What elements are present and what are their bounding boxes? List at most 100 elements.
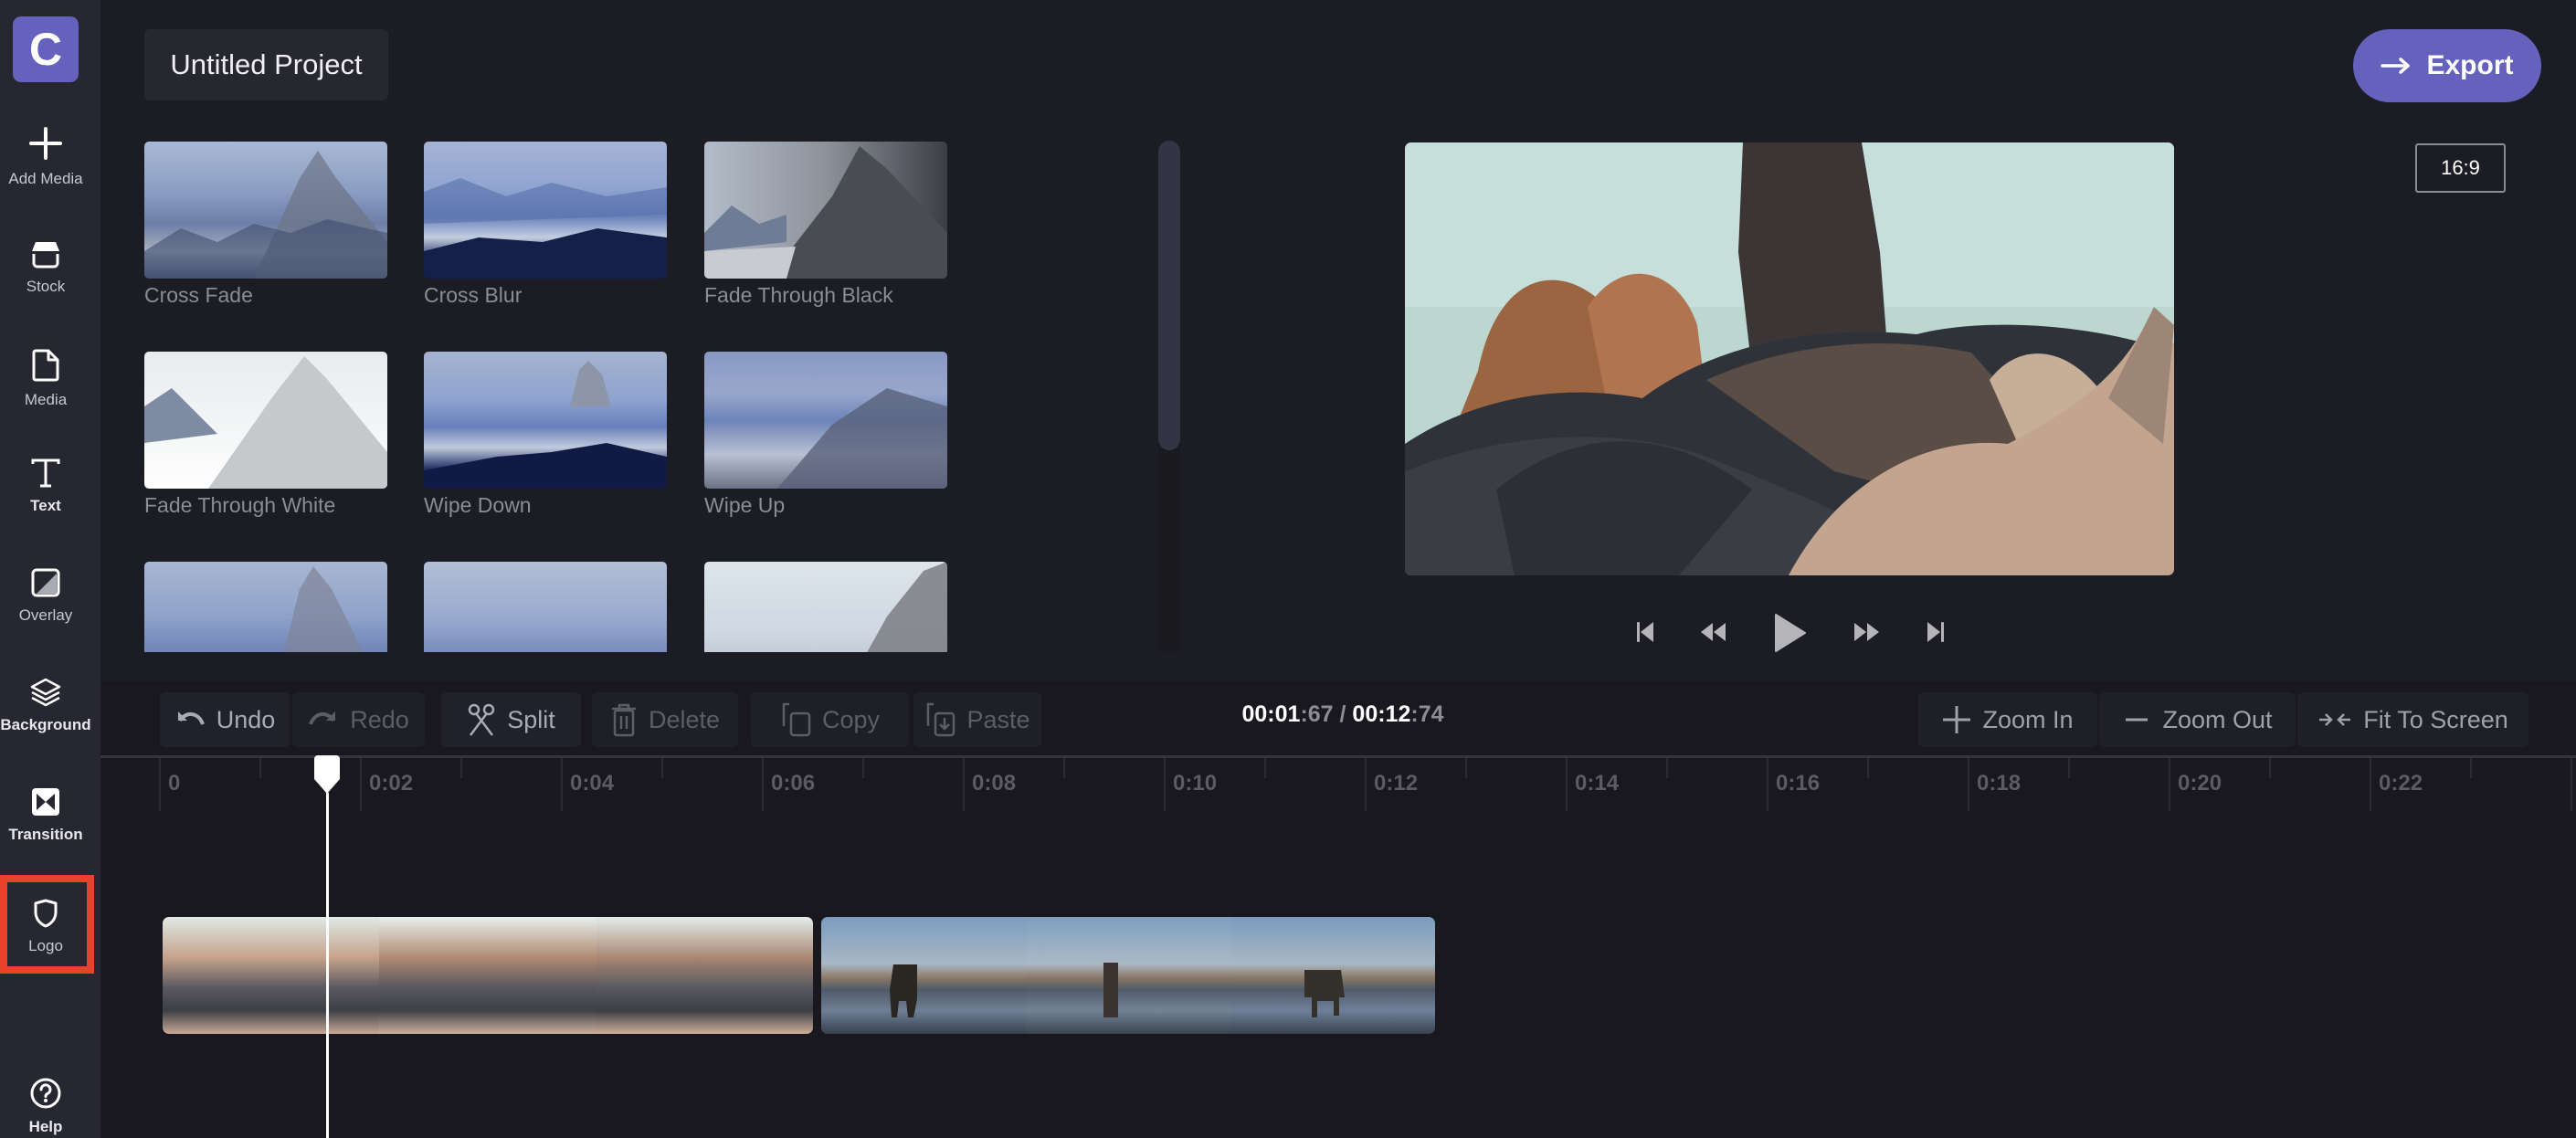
ruler-major-tick <box>1164 758 1166 811</box>
clip-frame <box>596 917 813 1034</box>
ruler-minor-tick <box>1666 758 1668 778</box>
ruler-minor-tick <box>2068 758 2070 778</box>
skip-to-start-icon <box>1637 622 1653 642</box>
playhead-line[interactable] <box>325 793 329 1138</box>
fit-arrows-icon <box>2319 713 2351 726</box>
ruler-major-tick <box>963 758 965 811</box>
fit-to-screen-button[interactable]: Fit To Screen <box>2297 692 2528 747</box>
transition-label: Cross Fade <box>144 283 253 307</box>
ruler-major-tick <box>1365 758 1367 811</box>
fit-to-screen-label: Fit To Screen <box>2363 705 2508 733</box>
transition-thumbnail[interactable] <box>704 352 947 489</box>
sidebar-item-media[interactable]: Media <box>0 349 91 409</box>
sidebar-label: Transition <box>8 826 83 843</box>
fast-forward-button[interactable] <box>1851 614 1884 650</box>
ruler-minor-tick <box>862 758 864 778</box>
time-display: 00:01:67 / 00:12:74 <box>1188 701 1498 738</box>
redo-button[interactable]: Redo <box>292 692 425 747</box>
sidebar-item-help[interactable]: Help <box>0 1078 91 1136</box>
stock-box-icon <box>32 242 59 269</box>
transition-thumbnail[interactable] <box>424 352 667 489</box>
transition-thumbnail[interactable] <box>144 562 387 652</box>
skip-to-end-button[interactable] <box>1922 614 1949 650</box>
transition-thumbnail[interactable] <box>144 142 387 279</box>
text-t-icon <box>31 458 60 488</box>
zoom-out-button[interactable]: Zoom Out <box>2099 692 2296 747</box>
transition-bowtie-icon <box>32 788 59 816</box>
ruler-major-tick <box>159 758 161 811</box>
transition-thumbnail[interactable] <box>424 562 667 652</box>
clip-elephant-silhouettes <box>890 963 1345 1017</box>
ruler-minor-tick <box>1264 758 1266 778</box>
sidebar-item-overlay[interactable]: Overlay <box>0 568 91 625</box>
ruler-major-tick <box>360 758 362 811</box>
delete-label: Delete <box>648 705 721 733</box>
app-logo[interactable]: C <box>13 16 79 82</box>
zoom-in-label: Zoom In <box>1982 705 2074 733</box>
sidebar-item-logo[interactable]: Logo <box>0 899 91 955</box>
sidebar-label: Help <box>28 1118 63 1135</box>
copy-button[interactable]: Copy <box>751 692 909 747</box>
clip-frame <box>379 917 596 1034</box>
help-circle-icon <box>30 1078 61 1109</box>
project-title[interactable]: Untitled Project <box>144 29 388 100</box>
split-label: Split <box>507 705 555 733</box>
transition-thumbnail[interactable] <box>144 352 387 489</box>
aspect-ratio-button[interactable]: 16:9 <box>2415 143 2506 193</box>
sidebar-label: Text <box>30 497 61 514</box>
ruler-label: 0:16 <box>1776 771 1821 796</box>
transition-thumbnail[interactable] <box>704 562 947 652</box>
layers-icon <box>30 678 61 707</box>
split-button[interactable]: Split <box>441 692 581 747</box>
rewind-button[interactable] <box>1697 614 1730 650</box>
sidebar-item-add-media[interactable]: Add Media <box>0 126 91 188</box>
plus-icon <box>29 127 62 160</box>
ruler-minor-tick <box>259 758 261 778</box>
copy-icon <box>782 702 811 737</box>
copy-label: Copy <box>821 705 881 733</box>
sidebar-label: Background <box>0 716 91 733</box>
sidebar-item-transition[interactable]: Transition <box>0 787 91 844</box>
time-separator: / <box>1333 701 1353 727</box>
clip-frame <box>163 917 380 1034</box>
transition-thumbnail[interactable] <box>424 142 667 279</box>
transitions-scrollbar-thumb[interactable] <box>1158 141 1180 450</box>
total-time-fraction: :74 <box>1410 701 1444 727</box>
current-time-fraction: :67 <box>1300 701 1334 727</box>
timeline-ruler-line <box>100 755 2576 758</box>
sidebar-label: Overlay <box>18 606 73 624</box>
export-button[interactable]: Export <box>2353 29 2541 102</box>
plus-icon <box>1943 706 1971 733</box>
redo-icon <box>309 711 336 725</box>
skip-to-start-button[interactable] <box>1631 614 1659 650</box>
playhead-handle[interactable] <box>313 755 340 794</box>
ruler-minor-tick <box>1465 758 1467 778</box>
ruler-label: 0:06 <box>771 771 816 796</box>
undo-button[interactable]: Undo <box>160 692 290 747</box>
minus-icon <box>2126 718 2148 722</box>
ruler-minor-tick <box>2470 758 2472 778</box>
ruler-minor-tick <box>2269 758 2271 778</box>
file-icon <box>32 349 59 382</box>
sidebar-item-text[interactable]: Text <box>0 458 91 515</box>
ruler-label: 0:10 <box>1173 771 1218 796</box>
zoom-in-button[interactable]: Zoom In <box>1918 692 2097 747</box>
sidebar-label: Media <box>24 391 68 408</box>
sidebar-item-background[interactable]: Background <box>0 678 91 734</box>
total-time: 00:12 <box>1352 701 1411 727</box>
paste-button[interactable]: Paste <box>913 692 1041 747</box>
ruler-major-tick <box>2169 758 2170 811</box>
delete-button[interactable]: Delete <box>592 692 738 747</box>
ruler-minor-tick <box>1867 758 1869 778</box>
transition-thumbnail[interactable] <box>704 142 947 279</box>
shield-icon <box>34 899 58 928</box>
zoom-out-label: Zoom Out <box>2162 705 2273 733</box>
video-preview[interactable] <box>1405 142 2174 575</box>
redo-label: Redo <box>350 705 409 733</box>
trash-icon <box>611 703 636 737</box>
sidebar-item-stock[interactable]: Stock <box>0 241 91 296</box>
play-button[interactable] <box>1772 606 1809 659</box>
ruler-major-tick <box>1968 758 1969 811</box>
ruler-label: 0:18 <box>1977 771 2022 796</box>
timeline-clip-sea-lions[interactable] <box>163 917 813 1034</box>
